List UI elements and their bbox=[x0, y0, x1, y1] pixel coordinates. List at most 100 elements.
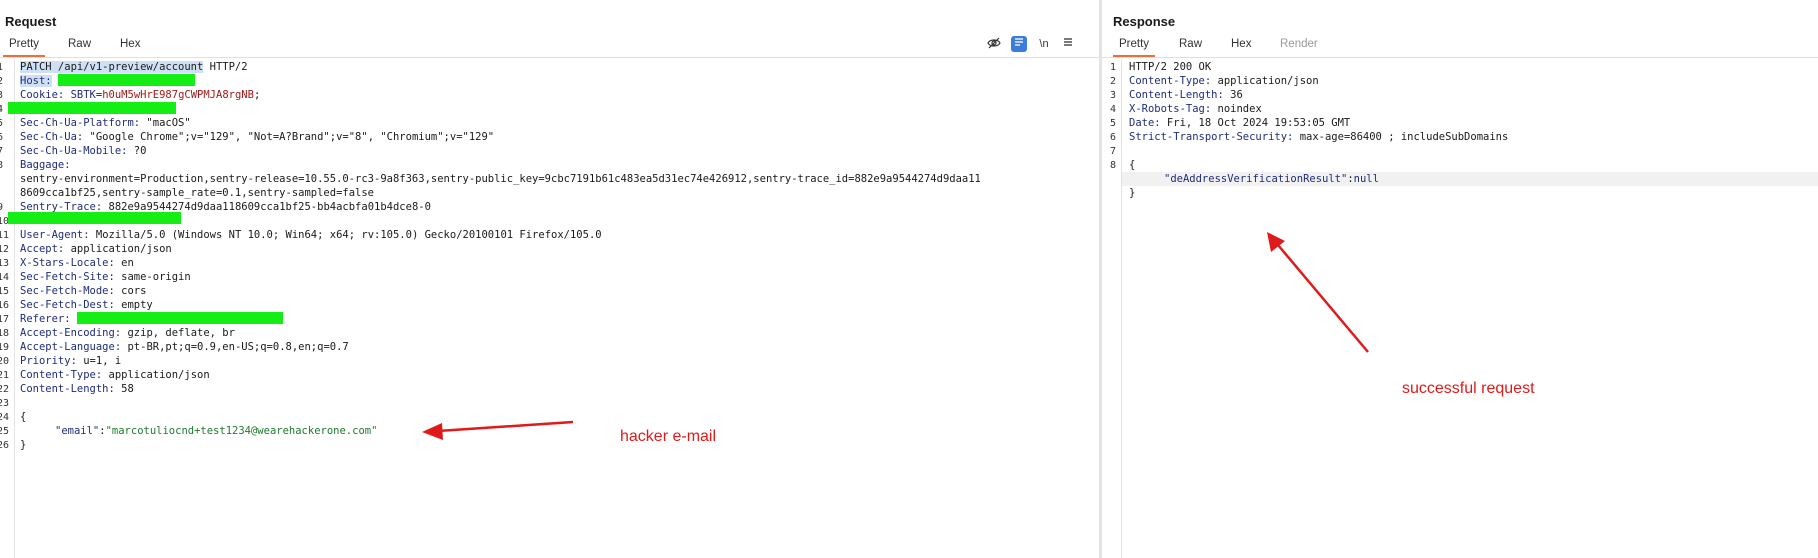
header-line: Content-Length: 36 bbox=[1129, 88, 1243, 102]
header-line: Sec-Ch-Ua: "Google Chrome";v="129", "Not… bbox=[20, 130, 494, 144]
header-value: u=1, i bbox=[76, 355, 122, 367]
header-key: Accept-Encoding: bbox=[20, 327, 122, 339]
request-line: PATCH /api/v1-preview/account HTTP/2 bbox=[20, 60, 248, 74]
status-line: HTTP/2 200 OK bbox=[1129, 61, 1212, 73]
json-brace-open: { bbox=[1129, 159, 1136, 171]
header-value: "macOS" bbox=[140, 117, 191, 129]
response-title: Response bbox=[1113, 14, 1176, 29]
redaction-block bbox=[76, 312, 283, 324]
header-line: Content-Type: application/json bbox=[20, 368, 210, 382]
header-line: Host: bbox=[20, 74, 195, 88]
header-continuation: sentry-environment=Production,sentry-rel… bbox=[20, 173, 981, 185]
header-value: application/json bbox=[64, 243, 172, 255]
redaction-block bbox=[8, 212, 181, 224]
line-number: 1 bbox=[0, 62, 4, 73]
eye-off-icon[interactable] bbox=[986, 36, 1002, 52]
header-line: Sec-Fetch-Mode: cors bbox=[20, 284, 146, 298]
tab-raw[interactable]: Raw bbox=[1179, 38, 1202, 50]
line-number: 23 bbox=[0, 398, 10, 409]
json-string-value: "marcotuliocnd+test1234@wearehackerone.c… bbox=[105, 425, 378, 437]
json-brace-close: } bbox=[20, 439, 27, 451]
request-pane: Request Pretty Raw Hex \n 1 2 3 4 5 6 7 … bbox=[0, 0, 1100, 558]
header-line: Strict-Transport-Security: max-age=86400… bbox=[1129, 130, 1508, 144]
header-key: X-Robots-Tag: bbox=[1129, 103, 1212, 115]
tab-render[interactable]: Render bbox=[1280, 38, 1318, 50]
line-number: 17 bbox=[0, 314, 10, 325]
line-number: 5 bbox=[1110, 118, 1117, 129]
header-key: Content-Type: bbox=[20, 369, 103, 381]
line-number: 4 bbox=[1110, 104, 1117, 115]
header-line: Referer: bbox=[20, 312, 283, 326]
header-line: Priority: u=1, i bbox=[20, 354, 121, 368]
header-key: Sec-Fetch-Dest: bbox=[20, 299, 115, 311]
header-line: X-Robots-Tag: noindex bbox=[1129, 102, 1262, 116]
line-number: 6 bbox=[0, 132, 4, 143]
line-number: 14 bbox=[0, 272, 10, 283]
tab-hex[interactable]: Hex bbox=[120, 38, 140, 50]
header-line: Sec-Ch-Ua-Platform: "macOS" bbox=[20, 116, 191, 130]
line-number: 12 bbox=[0, 244, 10, 255]
newline-icon[interactable]: \n bbox=[1036, 36, 1052, 52]
tab-pretty[interactable]: Pretty bbox=[1112, 38, 1156, 57]
response-pane: Response Pretty Raw Hex Render 1 2 3 4 5… bbox=[1102, 0, 1818, 558]
json-null-value: null bbox=[1353, 173, 1379, 185]
line-number: 7 bbox=[0, 146, 4, 157]
line-number: 22 bbox=[0, 384, 10, 395]
header-continuation: 8609cca1bf25,sentry-sample_rate=0.1,sent… bbox=[20, 187, 375, 199]
request-tabs: Pretty Raw Hex \n bbox=[0, 35, 1100, 58]
header-key: Content-Length: bbox=[20, 383, 115, 395]
header-value: ?0 bbox=[127, 145, 147, 157]
json-brace-close: } bbox=[1129, 187, 1136, 199]
header-key: Date: bbox=[1129, 117, 1161, 129]
json-line: "email":"marcotuliocnd+test1234@wearehac… bbox=[55, 424, 377, 438]
header-key: Content-Length: bbox=[1129, 89, 1224, 101]
annotation-successful-request: successful request bbox=[1402, 380, 1535, 397]
header-line: Date: Fri, 18 Oct 2024 19:53:05 GMT bbox=[1129, 116, 1350, 130]
header-key: Cookie: bbox=[20, 89, 65, 101]
redacted-line bbox=[8, 212, 181, 226]
tab-raw[interactable]: Raw bbox=[68, 38, 91, 50]
response-editor[interactable]: 1 2 3 4 5 6 7 8 HTTP/2 200 OK Content-Ty… bbox=[1102, 59, 1818, 558]
line-number: 24 bbox=[0, 412, 10, 423]
header-value: max-age=86400 ; includeSubDomains bbox=[1293, 131, 1509, 143]
request-editor[interactable]: 1 2 3 4 5 6 7 8 9 10 11 12 13 14 15 16 1… bbox=[0, 59, 1100, 558]
header-key: Sec-Fetch-Site: bbox=[20, 271, 115, 283]
header-value: application/json bbox=[1211, 75, 1319, 87]
line-number: 26 bbox=[0, 440, 10, 451]
header-key: Strict-Transport-Security: bbox=[1129, 131, 1294, 143]
header-key: Referer: bbox=[20, 313, 71, 325]
redacted-line bbox=[8, 102, 176, 116]
line-number: 1 bbox=[1110, 62, 1117, 73]
header-key: Content-Type: bbox=[1129, 75, 1212, 87]
json-brace-open: { bbox=[20, 411, 27, 423]
line-number: 20 bbox=[0, 356, 10, 367]
header-line: Accept: application/json bbox=[20, 242, 172, 256]
header-line: Sec-Ch-Ua-Mobile: ?0 bbox=[20, 144, 146, 158]
wrap-icon[interactable] bbox=[1011, 36, 1027, 52]
header-line: Content-Type: application/json bbox=[1129, 74, 1319, 88]
tab-hex[interactable]: Hex bbox=[1231, 38, 1251, 50]
json-key: "deAddressVerificationResult" bbox=[1164, 173, 1348, 185]
request-title: Request bbox=[5, 14, 57, 29]
header-key: Sec-Ch-Ua-Platform: bbox=[20, 117, 141, 129]
line-number: 3 bbox=[1110, 90, 1117, 101]
line-number: 19 bbox=[0, 342, 10, 353]
redaction-block bbox=[8, 102, 176, 114]
line-number: 4 bbox=[0, 104, 4, 115]
json-key: "email" bbox=[55, 425, 100, 437]
json-line: "deAddressVerificationResult":null bbox=[1164, 172, 1379, 186]
menu-icon[interactable] bbox=[1060, 36, 1076, 52]
response-tabs: Pretty Raw Hex Render bbox=[1102, 35, 1818, 58]
header-key: User-Agent: bbox=[20, 229, 90, 241]
line-number: 7 bbox=[1110, 146, 1117, 157]
header-line: Sec-Fetch-Site: same-origin bbox=[20, 270, 191, 284]
header-value: 36 bbox=[1223, 89, 1243, 101]
header-line: Accept-Encoding: gzip, deflate, br bbox=[20, 326, 235, 340]
line-number: 10 bbox=[0, 216, 10, 227]
tab-pretty[interactable]: Pretty bbox=[2, 38, 46, 57]
header-key: Sec-Ch-Ua: bbox=[20, 131, 84, 143]
header-line: Cookie: SBTK=h0uM5wHrE987gCWPMJA8rgNB; bbox=[20, 89, 261, 101]
header-value: pt-BR,pt;q=0.9,en-US;q=0.8,en;q=0.7 bbox=[121, 341, 349, 353]
header-value: 58 bbox=[114, 383, 134, 395]
line-number: 2 bbox=[0, 76, 4, 87]
